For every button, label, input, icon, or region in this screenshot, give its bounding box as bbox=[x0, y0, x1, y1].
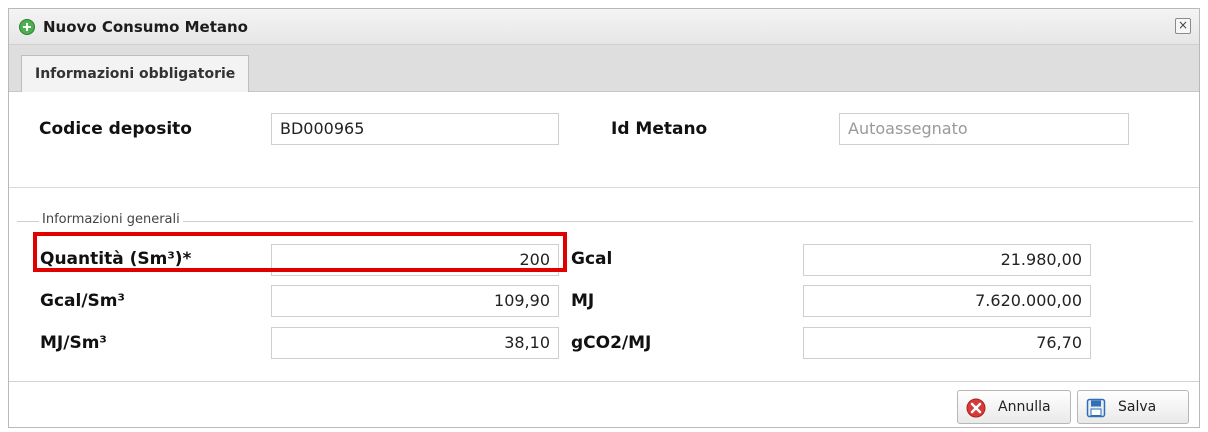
gcal-sm3-label: Gcal/Sm³ bbox=[40, 291, 125, 311]
codice-deposito-input[interactable]: BD000965 bbox=[271, 113, 559, 145]
gcal-label: Gcal bbox=[571, 249, 613, 269]
tab-informazioni-obbligatorie[interactable]: Informazioni obbligatorie bbox=[21, 55, 250, 92]
gcal-sm3-input[interactable]: 109,90 bbox=[271, 285, 559, 317]
mj-sm3-label: MJ/Sm³ bbox=[40, 333, 107, 353]
save-button-label: Salva bbox=[1118, 399, 1157, 415]
cancel-icon bbox=[966, 398, 986, 418]
mj-label: MJ bbox=[571, 291, 595, 311]
general-info-legend: Informazioni generali bbox=[39, 212, 183, 227]
mj-input[interactable]: 7.620.000,00 bbox=[803, 285, 1091, 317]
dialog-footer: Annulla Salva bbox=[9, 381, 1199, 427]
gco2-mj-label: gCO2/MJ bbox=[571, 333, 652, 353]
dialog-title: Nuovo Consumo Metano bbox=[43, 18, 248, 36]
codice-deposito-label: Codice deposito bbox=[39, 119, 192, 139]
id-metano-label: Id Metano bbox=[611, 119, 708, 139]
tab-strip: Informazioni obbligatorie bbox=[9, 45, 1199, 92]
cancel-button-label: Annulla bbox=[998, 399, 1051, 415]
dialog-titlebar[interactable]: Nuovo Consumo Metano × bbox=[9, 9, 1199, 45]
gcal-input[interactable]: 21.980,00 bbox=[803, 244, 1091, 276]
id-metano-input[interactable]: Autoassegnato bbox=[839, 113, 1129, 145]
close-icon[interactable]: × bbox=[1175, 18, 1191, 34]
cancel-button[interactable]: Annulla bbox=[957, 390, 1071, 424]
quantita-highlight-box bbox=[33, 232, 567, 272]
add-icon bbox=[19, 19, 35, 35]
mj-sm3-input[interactable]: 38,10 bbox=[271, 327, 559, 359]
save-button[interactable]: Salva bbox=[1077, 390, 1189, 424]
mandatory-info-panel: Codice deposito BD000965 Id Metano Autoa… bbox=[9, 92, 1199, 188]
floppy-disk-icon bbox=[1086, 398, 1106, 418]
dialog-window: Nuovo Consumo Metano × Informazioni obbl… bbox=[8, 8, 1200, 428]
gco2-mj-input[interactable]: 76,70 bbox=[803, 327, 1091, 359]
